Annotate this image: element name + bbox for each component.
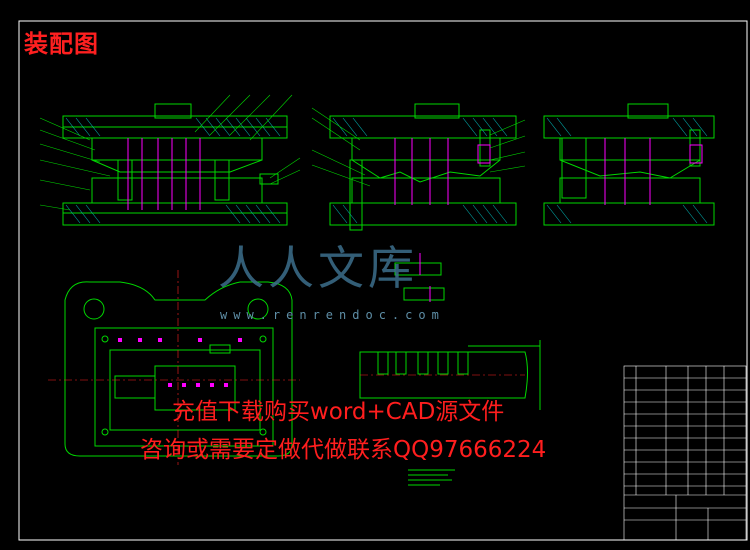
watermark-url: www.renrendoc.com [220, 308, 445, 322]
notes-block [408, 469, 455, 486]
watermark-logo: 人人文库 [218, 241, 418, 295]
section-view-middle-hatch [332, 117, 508, 224]
section-view-right [543, 103, 715, 226]
section-view-middle-pins [394, 138, 491, 205]
section-view-left [62, 103, 288, 226]
section-view-left-pins [127, 138, 201, 210]
section-view-right-pins [604, 138, 703, 205]
parts-list-table [623, 365, 747, 541]
drawing-title: 装配图 [24, 30, 99, 58]
section-view-left-leaders [39, 94, 301, 211]
section-view-left-hatch [65, 117, 281, 224]
promo-line-1-text: 充值下载购买word+CAD源文件 [172, 399, 505, 425]
promo-line-2: 咨询或需要定做代做联系QQ97666224 [140, 437, 547, 463]
